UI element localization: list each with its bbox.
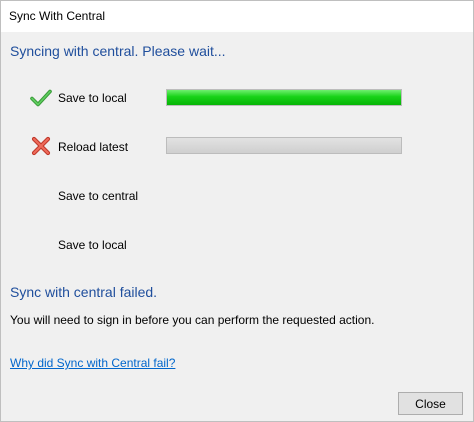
progress-bar-save-to-local (166, 89, 402, 106)
step-label-save-to-local: Save to local (58, 91, 127, 105)
progress-fill (167, 90, 401, 105)
sync-dialog: Sync With Central Syncing with central. … (0, 0, 474, 422)
step-label-save-to-local-final: Save to local (58, 238, 127, 252)
step-label-reload-latest: Reload latest (58, 140, 129, 154)
check-icon (30, 87, 52, 109)
failure-title: Sync with central failed. (10, 284, 158, 300)
window-title: Sync With Central (9, 9, 106, 23)
status-heading: Syncing with central. Please wait... (10, 43, 226, 59)
title-bar[interactable]: Sync With Central (1, 1, 473, 32)
failure-message: You will need to sign in before you can … (10, 313, 375, 327)
step-label-save-to-central: Save to central (58, 189, 139, 203)
help-link[interactable]: Why did Sync with Central fail? (10, 356, 175, 370)
x-mark-icon (30, 135, 52, 157)
progress-track (167, 138, 401, 153)
progress-bar-reload-latest (166, 137, 402, 154)
close-button[interactable]: Close (398, 392, 463, 415)
